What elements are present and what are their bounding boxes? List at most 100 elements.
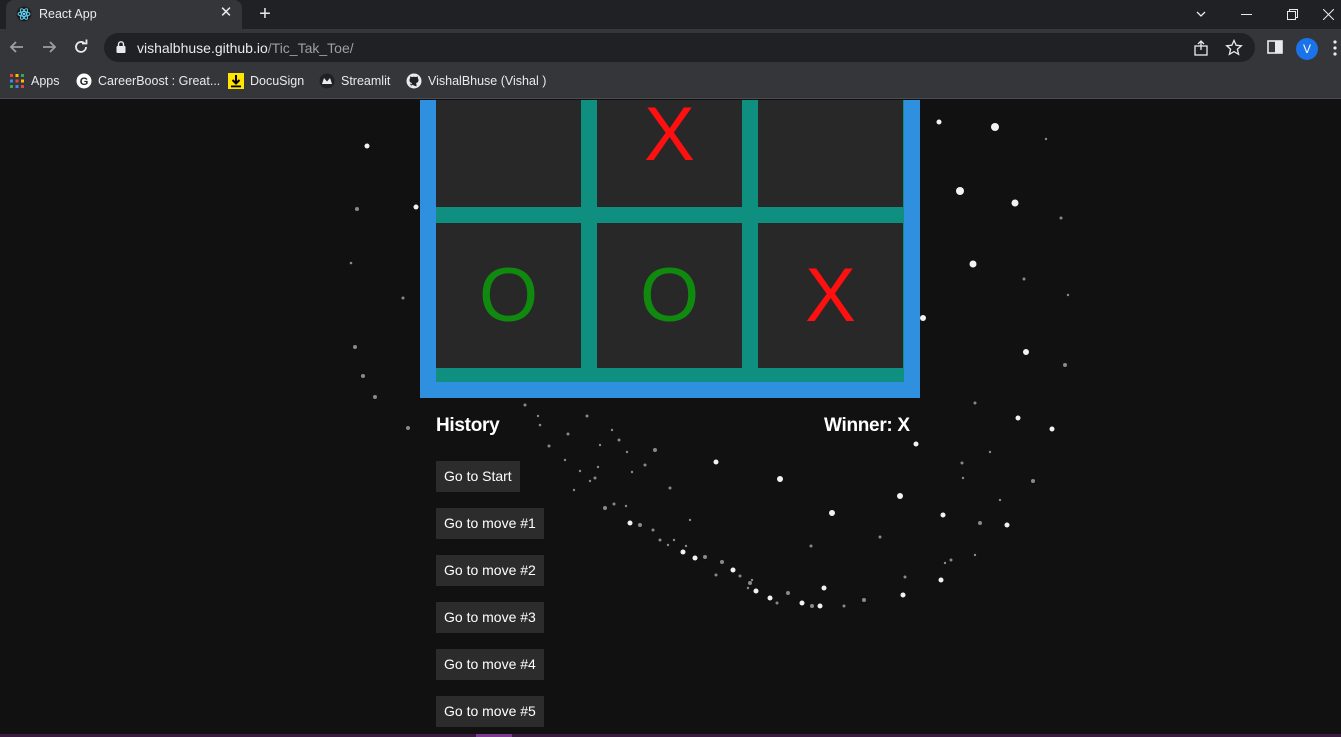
url-text[interactable]: vishalbhuse.github.io/Tic_Tak_Toe/	[137, 40, 354, 56]
particle-dot	[610, 428, 614, 432]
particle-dot	[406, 426, 410, 430]
particle-dot	[799, 600, 805, 606]
particle-dot	[738, 574, 742, 578]
bookmarks-bar: Apps G CareerBoost : Great... DocuSign S…	[0, 65, 1341, 99]
docusign-icon	[228, 73, 244, 89]
particle-dot	[746, 586, 750, 590]
particle-dot	[748, 581, 752, 585]
forward-arrow-icon[interactable]	[39, 37, 59, 57]
particle-dot	[842, 604, 846, 608]
particle-dot	[730, 567, 736, 573]
board-grid: X O O X	[436, 100, 904, 382]
reload-icon[interactable]	[71, 37, 91, 57]
particle-dot	[603, 506, 607, 510]
particle-dot	[817, 603, 823, 609]
tab-title: React App	[39, 7, 97, 21]
particle-dot	[1066, 293, 1070, 297]
bookmark-careerboost[interactable]: G CareerBoost : Great...	[76, 72, 220, 90]
particle-dot	[612, 502, 616, 506]
particle-dot	[638, 523, 642, 527]
particle-dot	[1015, 415, 1021, 421]
particle-dot	[960, 461, 964, 465]
close-window-icon[interactable]	[1315, 0, 1341, 29]
winner-status: Winner: X	[824, 415, 910, 436]
particle-dot	[775, 601, 779, 605]
game-board: X O O X	[420, 100, 920, 398]
particle-dot	[672, 538, 676, 542]
particle-dot	[353, 345, 357, 349]
svg-text:G: G	[80, 76, 89, 88]
tab-close-icon[interactable]: ✕	[218, 5, 234, 21]
particle-dot	[349, 261, 353, 265]
go-to-move-2-button[interactable]: Go to move #2	[436, 555, 544, 586]
particle-dot	[598, 443, 602, 447]
tab-react-app[interactable]: React App ✕	[6, 0, 242, 29]
tab-search-chevron-icon[interactable]	[1178, 0, 1224, 29]
side-panel-icon[interactable]	[1265, 37, 1285, 57]
particle-dot	[643, 463, 647, 467]
particle-dot	[630, 470, 634, 474]
bookmark-streamlit[interactable]: Streamlit	[319, 72, 390, 90]
particle-dot	[625, 450, 629, 454]
menu-dots-icon[interactable]	[1330, 39, 1340, 57]
profile-avatar[interactable]: V	[1296, 38, 1318, 60]
url-path: /Tic_Tak_Toe/	[267, 40, 354, 56]
particle-dot	[688, 518, 692, 522]
particle-dot	[1044, 137, 1048, 141]
particle-dot	[913, 441, 919, 447]
particle-dot	[680, 549, 686, 555]
particle-dot	[596, 465, 600, 469]
particle-dot	[1022, 277, 1026, 281]
streamlit-icon	[319, 73, 335, 89]
particle-dot	[703, 555, 707, 559]
new-tab-plus-icon[interactable]: +	[254, 3, 276, 25]
particle-dot	[998, 498, 1002, 502]
bookmark-github[interactable]: VishalBhuse (Vishal )	[406, 72, 546, 90]
board-cell-3[interactable]	[758, 100, 903, 207]
bookmark-label: VishalBhuse (Vishal )	[428, 74, 547, 88]
lock-icon[interactable]	[116, 41, 126, 53]
particle-dot	[777, 476, 783, 482]
particle-dot	[658, 538, 662, 542]
particle-dot	[627, 520, 633, 526]
bookmark-apps[interactable]: Apps	[9, 72, 60, 90]
page-viewport: X O O X History Winner: X Go to Start Go…	[0, 100, 1341, 737]
go-to-move-4-button[interactable]: Go to move #4	[436, 649, 544, 680]
particle-dot	[624, 504, 628, 508]
particle-dot	[413, 204, 419, 210]
go-to-move-1-button[interactable]: Go to move #1	[436, 508, 544, 539]
particle-dot	[692, 555, 698, 561]
go-to-move-5-button[interactable]: Go to move #5	[436, 696, 544, 727]
board-cell-4[interactable]: O	[436, 223, 581, 368]
bookmark-docusign[interactable]: DocuSign	[228, 72, 304, 90]
back-arrow-icon[interactable]	[7, 37, 27, 57]
particle-dot	[810, 604, 814, 608]
google-icon: G	[76, 73, 92, 89]
restore-icon[interactable]	[1269, 0, 1315, 29]
url-host: vishalbhuse.github.io	[137, 40, 268, 56]
board-cell-6[interactable]: X	[758, 223, 903, 368]
address-bar[interactable]: vishalbhuse.github.io/Tic_Tak_Toe/	[104, 33, 1255, 62]
board-cell-2[interactable]: X	[597, 100, 742, 207]
particle-dot	[809, 544, 813, 548]
particle-dot	[988, 450, 992, 454]
particle-dot	[666, 543, 670, 547]
board-cell-5[interactable]: O	[597, 223, 742, 368]
bookmark-star-icon[interactable]	[1225, 39, 1243, 57]
board-cell-1[interactable]	[436, 100, 581, 207]
particle-dot	[943, 561, 947, 565]
particle-dot	[588, 479, 592, 483]
particle-dot	[536, 414, 540, 418]
particle-dot	[961, 476, 965, 480]
share-icon[interactable]	[1193, 39, 1211, 57]
particle-dot	[750, 578, 754, 582]
particle-dot	[949, 558, 953, 562]
go-to-start-button[interactable]: Go to Start	[436, 461, 520, 492]
minimize-icon[interactable]	[1223, 0, 1269, 29]
particle-dot	[720, 560, 724, 564]
react-icon	[16, 6, 32, 22]
particle-dot	[1031, 479, 1035, 483]
go-to-move-3-button[interactable]: Go to move #3	[436, 602, 544, 633]
particle-dot	[956, 187, 964, 195]
particle-dot	[538, 423, 542, 427]
